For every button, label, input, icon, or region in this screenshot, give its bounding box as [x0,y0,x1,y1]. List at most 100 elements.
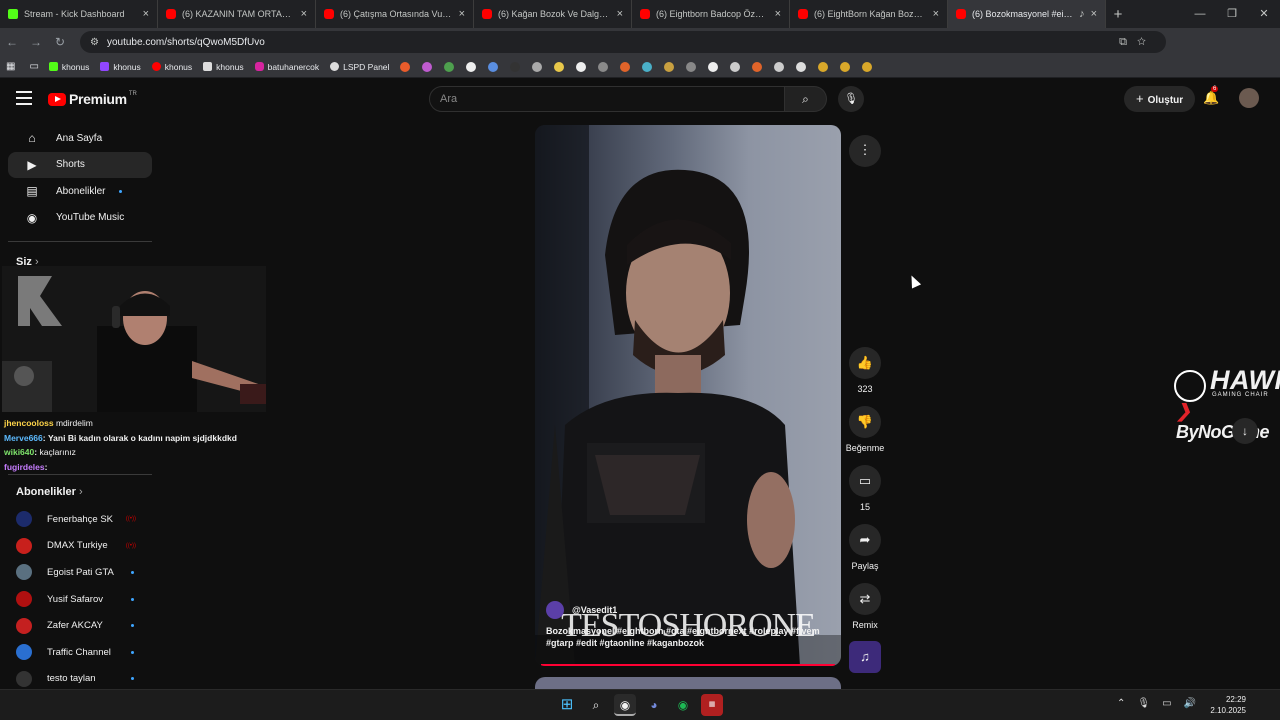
app-icon[interactable]: ▦ [701,694,723,716]
url-field[interactable]: ⚙ youtube.com/shorts/qQwoM5DfUvo ⧉☆ [80,31,1166,53]
subscription-item[interactable]: Zafer AKCAY [0,612,160,639]
shorts-video-player[interactable]: TESTOSHORONE [535,125,841,666]
youtube-premium-logo[interactable]: Premium TR [48,91,137,107]
close-tab-icon[interactable]: × [143,8,149,20]
network-icon[interactable]: ▭ [1162,698,1171,709]
browser-tab[interactable]: (6) Kağan Bozok Ve Dalgası 2 × [474,0,632,28]
bookmark-icon[interactable] [642,61,653,72]
maximize-icon[interactable]: ❐ [1216,0,1248,28]
bookmark-icon[interactable] [774,61,785,72]
gmail-icon[interactable] [444,61,455,72]
search-icon[interactable]: ⌕ [785,86,827,112]
next-video-arrow-icon[interactable]: ↓ [1232,418,1258,444]
bookmark-icon[interactable] [510,61,521,72]
browser-tab[interactable]: (6) Eightborn Badcop Özet Kağ× [632,0,790,28]
sidebar-item-shorts[interactable]: ▶ Shorts [8,151,152,178]
chevron-up-icon[interactable]: ⌃ [1117,698,1125,709]
close-tab-icon[interactable]: × [617,8,623,20]
close-window-icon[interactable]: ✕ [1248,0,1280,28]
video-description[interactable]: Bozokmasyonel #eightborn #gta #eightborn… [546,625,836,649]
subscription-item[interactable]: DMAX Turkiye ((•)) [0,533,160,560]
close-tab-icon[interactable]: × [301,8,307,20]
minimize-icon[interactable]: — [1184,0,1216,28]
channel-handle[interactable]: @Vasedit1 [572,605,617,615]
sidebar-section-subscriptions[interactable]: Abonelikler › [16,486,83,498]
dislike-button[interactable]: 👎 Beğenme [846,406,884,453]
bookmark-icon[interactable] [686,61,697,72]
bookmark-icon[interactable] [532,61,543,72]
bookmark-icon[interactable] [598,61,609,72]
hamburger-menu-icon[interactable] [16,91,32,105]
subscription-item[interactable]: Traffic Channel [0,639,160,666]
video-progress-bar[interactable] [541,664,835,666]
taskbar-clock[interactable]: 22:29 2.10.2025 [1210,694,1246,716]
subscription-item[interactable]: Yusif Safarov [0,586,160,613]
sound-thumbnail[interactable]: ♫ [849,641,881,673]
browser-tab[interactable]: (6) Çatışma Ortasında Vurulan × [316,0,474,28]
bookmark-icon[interactable] [862,61,873,72]
close-tab-icon[interactable]: × [459,8,465,20]
bookmark-icon[interactable] [488,61,499,72]
bookmark-icon[interactable] [576,61,587,72]
forward-icon[interactable]: → [24,35,48,49]
bookmark-icon[interactable] [796,61,807,72]
browser-tab[interactable]: (6) EightBorn Kağan Bozok | Ki × [790,0,948,28]
spotify-icon[interactable]: ◉ [672,694,694,716]
account-avatar[interactable] [1239,88,1259,108]
bookmark-icon[interactable] [554,61,565,72]
discord-icon[interactable]: ◕ [643,694,665,716]
browser-tab[interactable]: Stream - Kick Dashboard × [0,0,158,28]
bookmark-khonus-twitch[interactable]: khonus [100,62,141,72]
bookmark-icon[interactable] [664,61,675,72]
speaker-icon[interactable]: ♪ [1079,8,1085,20]
site-info-icon[interactable]: ⚙ [90,37,99,48]
folder-icon[interactable]: ▭ [29,61,38,72]
microphone-icon[interactable]: 🎙 [1137,698,1150,709]
apps-icon[interactable]: ▦ [6,61,15,72]
bookmark-lspd-panel[interactable]: LSPD Panel [330,62,389,72]
volume-icon[interactable]: 🔊 [1184,698,1196,709]
bookmark-instagram[interactable]: batuhanercok [254,62,319,72]
subscription-item[interactable]: Egoist Pati GTA [0,559,160,586]
windows-start-icon[interactable]: ⊞ [556,694,578,716]
sidebar-item-home[interactable]: ⌂ Ana Sayfa [8,125,152,152]
gmail-icon[interactable] [422,61,433,72]
bookmark-khonus-youtube[interactable]: khonus [151,62,192,72]
more-options-icon[interactable]: ⋮ [849,135,881,167]
close-tab-icon[interactable]: × [933,8,939,20]
chrome-icon[interactable]: ◉ [614,694,636,716]
bookmark-icon[interactable] [818,61,829,72]
close-tab-icon[interactable]: × [775,8,781,20]
windows-taskbar: ⊞ ⌕ ◉ ◕ ◉ ▦ ⌃ 🎙 ▭ 🔊 22:29 2.10.2025 [0,689,1280,720]
bookmark-icon[interactable] [620,61,631,72]
sidebar-item-youtube-music[interactable]: ◉ YouTube Music [8,205,152,232]
gmail-icon[interactable] [400,61,411,72]
next-short-preview[interactable] [535,677,841,689]
share-button[interactable]: ➦ Paylaş [849,524,881,571]
bookmark-icon[interactable] [840,61,851,72]
reload-icon[interactable]: ↻ [48,35,72,49]
bookmark-icon[interactable] [752,61,763,72]
new-tab-button[interactable]: + [1106,6,1130,23]
browser-tab[interactable]: (6) KAZANIN TAM ORTASINDA× [158,0,316,28]
create-button[interactable]: + Oluştur [1124,86,1196,112]
notifications-bell-icon[interactable]: 🔔 6 [1203,86,1219,106]
bookmark-icon[interactable] [730,61,741,72]
channel-avatar[interactable] [546,601,564,619]
sidebar-item-subscriptions[interactable]: ▤ Abonelikler [8,178,152,205]
search-icon[interactable]: ⌕ [585,694,607,716]
back-icon[interactable]: ← [0,35,24,49]
comments-button[interactable]: ▭ 15 [849,465,881,512]
like-button[interactable]: 👍 323 [849,347,881,394]
search-input[interactable]: Ara [429,86,785,112]
browser-tab-active[interactable]: (6) Bozokmasyonel #eightb ♪ × [948,0,1106,28]
bookmark-star-icon[interactable]: ⧉☆ [1119,36,1156,49]
microphone-icon[interactable]: 🎙 [838,86,864,112]
bookmark-khonus-kick[interactable]: khonus [48,62,89,72]
remix-button[interactable]: ⇄ Remix [849,583,881,630]
bookmark-khonus-x[interactable]: khonus [203,62,244,72]
bookmark-icon[interactable] [708,61,719,72]
close-tab-icon[interactable]: × [1091,8,1097,20]
subscription-item[interactable]: Fenerbahçe SK ((•)) [0,506,160,533]
bookmark-icon[interactable] [466,61,477,72]
